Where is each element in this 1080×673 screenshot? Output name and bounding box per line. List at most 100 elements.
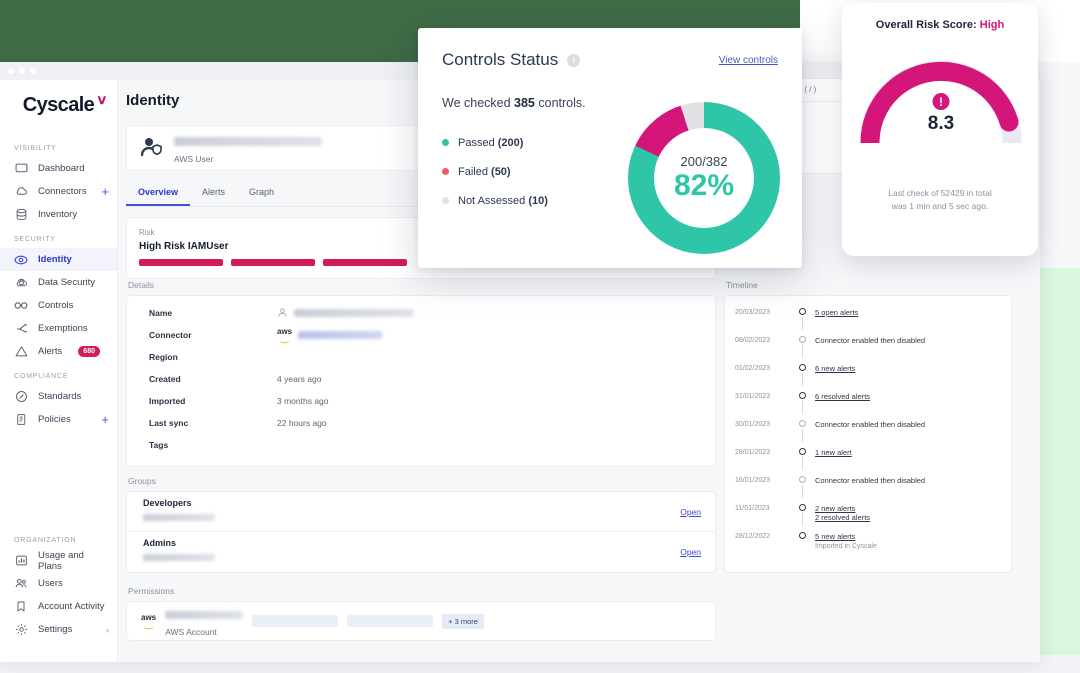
sidebar-item-label: Alerts [38, 346, 63, 357]
timeline-event-link[interactable]: 6 new alerts [815, 364, 1001, 373]
legend-color-dot [442, 197, 449, 204]
sidebar-item-label: Account Activity [38, 601, 105, 612]
timeline-connector-line [801, 345, 803, 358]
sidebar-item-alerts[interactable]: Alerts 680 [0, 340, 117, 363]
timeline-event-link[interactable]: 2 resolved alerts [815, 513, 1001, 522]
timeline-event: 31/01/2023 6 resolved alerts [725, 392, 1011, 420]
details-section: Details Name Connector aws ‿ Region Created 4 … [126, 280, 716, 467]
eye-icon [14, 253, 28, 267]
permission-chip [252, 615, 339, 627]
sidebar-item-usage-and-plans[interactable]: Usage and Plans [0, 549, 117, 572]
redacted-value [294, 309, 414, 317]
sidebar-item-policies[interactable]: Policies + [0, 408, 117, 431]
group-open-link[interactable]: Open [680, 547, 701, 557]
document-icon [14, 413, 28, 427]
tab-overview[interactable]: Overview [126, 181, 191, 206]
chevron-right-icon[interactable]: › [106, 625, 109, 635]
timeline-marker [793, 504, 811, 526]
detail-value: 22 hours ago [277, 418, 327, 428]
legend-color-dot [442, 139, 449, 146]
timeline-body: 5 open alerts [811, 308, 1001, 317]
sidebar-item-account-activity[interactable]: Account Activity [0, 595, 117, 618]
groups-card: Developers Open Admins Open [126, 491, 716, 573]
timeline-dot-icon [798, 448, 806, 455]
donut-percent-label: 82% [673, 169, 735, 203]
permission-chip [347, 615, 434, 627]
timeline-date: 01/02/2023 [735, 365, 771, 372]
sidebar-item-label: Policies [38, 414, 71, 425]
sidebar-item-controls[interactable]: Controls [0, 294, 117, 317]
view-controls-link[interactable]: View controls [719, 55, 778, 66]
add-icon[interactable]: + [101, 185, 109, 198]
database-icon [14, 208, 28, 222]
timeline-event-link[interactable]: 6 resolved alerts [815, 392, 1001, 401]
group-name: Admins [143, 538, 177, 548]
user-icon [277, 307, 288, 320]
sidebar-item-settings[interactable]: Settings › [0, 618, 117, 641]
timeline-marker [793, 476, 811, 498]
brand-logo[interactable]: Cyscale ∨ [0, 90, 117, 135]
timeline-dot-icon [798, 420, 806, 427]
timeline-connector-line [801, 485, 803, 498]
timeline-card: 20/03/2023 5 open alerts 08/02/2023 Connect… [724, 295, 1012, 573]
detail-value-text: 22 hours ago [277, 418, 327, 428]
timeline-event-link[interactable]: 5 open alerts [815, 308, 1001, 317]
timeline-event-link[interactable]: 2 new alerts [815, 504, 1001, 513]
sidebar-item-inventory[interactable]: Inventory [0, 203, 117, 226]
timeline-event: 16/01/2023 Connector enabled then disable… [725, 476, 1011, 504]
timeline-event-link[interactable]: 1 new alert [815, 448, 1001, 457]
timeline-event: 20/03/2023 5 open alerts [725, 308, 1011, 336]
window-dot[interactable] [8, 68, 14, 74]
timeline-marker [793, 336, 811, 358]
sidebar-item-identity[interactable]: Identity [0, 248, 117, 271]
permissions-card: aws ‿ AWS Account + 3 more [126, 601, 716, 641]
timeline-date: 11/01/2023 [735, 505, 770, 512]
risk-panel-title-prefix: Overall Risk Score: [875, 19, 980, 31]
timeline-body: 2 new alerts 2 resolved alerts [811, 504, 1001, 522]
checked-suffix: controls. [534, 96, 586, 110]
risk-gauge: ! 8.3 [856, 57, 1026, 143]
permissions-section-label: Permissions [128, 586, 175, 596]
timeline-dot-icon [798, 532, 806, 539]
sidebar-item-exemptions[interactable]: Exemptions [0, 317, 117, 340]
overall-risk-score-panel: Overall Risk Score: High ! 8.3 Last chec… [842, 3, 1038, 256]
group-row[interactable]: Developers Open [127, 492, 715, 532]
permission-more-button[interactable]: + 3 more [442, 613, 484, 629]
timeline-event-subtext: Imported in Cyscale [815, 543, 877, 550]
controls-modal-header: Controls Status i View controls [442, 50, 778, 70]
sidebar-item-users[interactable]: Users [0, 572, 117, 595]
timeline-event: 01/02/2023 6 new alerts [725, 364, 1011, 392]
tab-graph[interactable]: Graph [237, 181, 286, 206]
timeline-section-label: Timeline [726, 280, 758, 290]
window-dot[interactable] [19, 68, 25, 74]
sidebar-item-label: Identity [38, 254, 72, 265]
sidebar-item-standards[interactable]: Standards [0, 385, 117, 408]
timeline-marker [793, 364, 811, 386]
sidebar-item-data-security[interactable]: Data Security [0, 271, 117, 294]
detail-value-text: 3 months ago [277, 396, 329, 406]
risk-panel-title: Overall Risk Score: High [856, 19, 1024, 31]
groups-section: Groups Developers Open Admins Open [126, 476, 716, 573]
risk-panel-footer: Last check of 52429 in total was 1 min a… [856, 187, 1024, 213]
risk-panel-rating: High [979, 19, 1005, 31]
timeline-event-text: Connector enabled then disabled [815, 476, 926, 485]
group-open-link[interactable]: Open [680, 507, 701, 517]
group-name: Developers [143, 497, 192, 508]
permission-row[interactable]: aws ‿ AWS Account + 3 more [127, 602, 715, 640]
timeline-connector-line [801, 429, 803, 442]
sidebar-item-connectors[interactable]: Connectors + [0, 180, 117, 203]
sidebar-item-dashboard[interactable]: Dashboard [0, 157, 117, 180]
sidebar-section-label-visibility: VISIBILITY [14, 145, 57, 152]
cloud-icon [14, 185, 28, 199]
window-dot[interactable] [30, 68, 36, 74]
users-icon [14, 577, 28, 591]
tab-alerts[interactable]: Alerts [190, 181, 237, 206]
group-row[interactable]: Admins Open [127, 532, 715, 572]
info-icon[interactable]: i [567, 53, 581, 67]
timeline-event-link[interactable]: 5 new alerts [815, 532, 1001, 541]
timeline-connector-line [801, 401, 803, 414]
add-icon[interactable]: + [101, 413, 109, 426]
timeline-event-text: Connector enabled then disabled [815, 420, 926, 429]
timeline-dot-icon [798, 392, 806, 399]
timeline-connector-line [801, 457, 803, 470]
